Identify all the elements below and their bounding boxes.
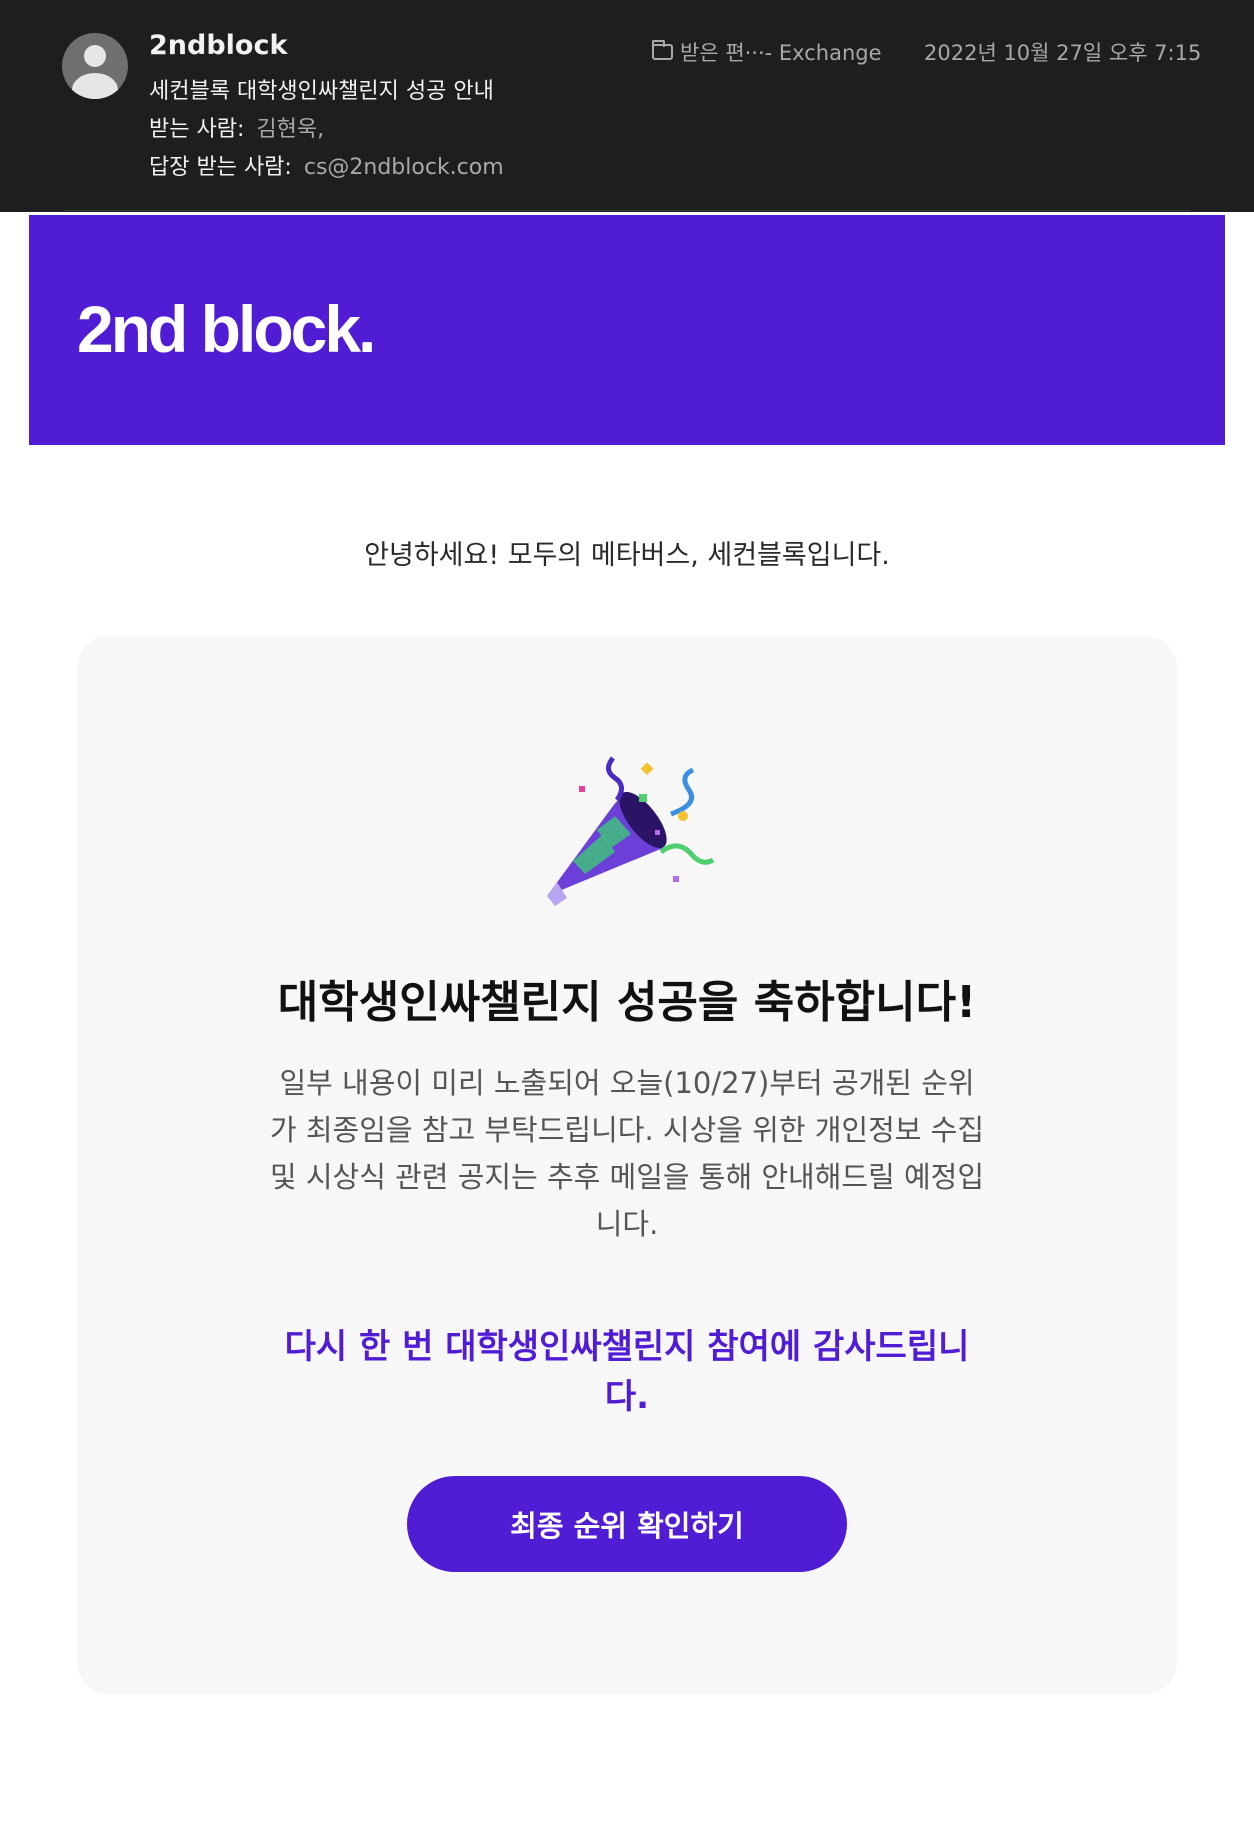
- greeting-text: 안녕하세요! 모두의 메타버스, 세컨블록입니다.: [364, 540, 890, 571]
- avatar-head-shape: [84, 45, 106, 67]
- card-body-text: 일부 내용이 미리 노출되어 오늘(10/27)부터 공개된 순위가 최종임을 …: [269, 1066, 985, 1241]
- brand-logo: 2nd block.: [77, 292, 376, 366]
- header-divider: [64, 210, 1190, 211]
- folder-icon: [652, 40, 673, 60]
- avatar-body-shape: [72, 73, 118, 99]
- reply-to-value[interactable]: cs@2ndblock.com: [304, 155, 504, 180]
- recipient-row: 받는 사람: 김현욱,: [149, 111, 324, 143]
- sender-name[interactable]: 2ndblock: [149, 30, 287, 61]
- party-popper-icon: [547, 756, 715, 906]
- recipient-value[interactable]: 김현욱,: [256, 117, 324, 142]
- view-final-ranking-button[interactable]: 최종 순위 확인하기: [407, 1476, 847, 1572]
- card-title: 대학생인싸챌린지 성공을 축하합니다!: [277, 977, 977, 1028]
- mail-date: 2022년 10월 27일 오후 7:15: [924, 41, 1202, 65]
- announcement-card: 대학생인싸챌린지 성공을 축하합니다! 일부 내용이 미리 노출되어 오늘(10…: [77, 636, 1177, 1694]
- mail-folder[interactable]: 받은 편···- Exchange: [652, 37, 882, 67]
- brand-banner: 2nd block.: [29, 215, 1225, 445]
- mail-subject: 세컨블록 대학생인싸챌린지 성공 안내: [149, 79, 494, 104]
- mail-header: 2ndblock 세컨블록 대학생인싸챌린지 성공 안내 받는 사람: 김현욱, …: [0, 0, 1254, 212]
- reply-to-row: 답장 받는 사람: cs@2ndblock.com: [149, 149, 504, 181]
- recipient-label: 받는 사람:: [149, 117, 245, 142]
- reply-to-label: 답장 받는 사람:: [149, 155, 292, 180]
- thanks-message: 다시 한 번 대학생인싸챌린지 참여에 감사드립니다.: [284, 1327, 970, 1417]
- mail-folder-label: 받은 편···- Exchange: [680, 41, 882, 65]
- sender-avatar[interactable]: [62, 33, 128, 99]
